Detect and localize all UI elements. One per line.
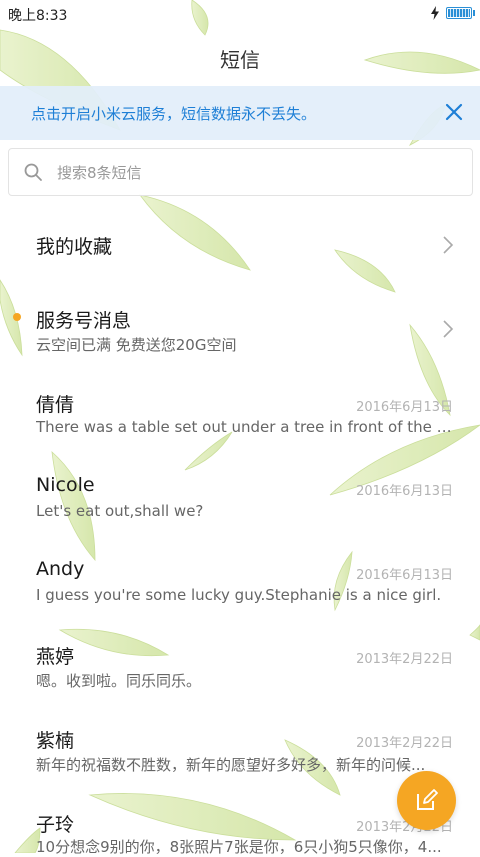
- conversation-date: 2016年6月13日: [356, 400, 453, 415]
- conversation-preview: 10分想念9别的你，8张照片7张是你，6只小狗5只像你，4...: [36, 838, 442, 856]
- compose-icon: [417, 789, 438, 810]
- conversation-row[interactable]: Andy 2016年6月13日 I guess you're some luck…: [0, 542, 480, 626]
- conversation-name: Andy: [36, 558, 85, 580]
- conversation-name: 服务号消息: [36, 310, 132, 332]
- status-time: 晚上8:33: [8, 8, 68, 24]
- conversation-preview: There was a table set out under a tree i…: [36, 418, 452, 436]
- unread-dot: [13, 313, 21, 321]
- chevron-right-icon: [443, 320, 454, 338]
- banner-text[interactable]: 点击开启小米云服务，短信数据永不丢失。: [31, 103, 316, 124]
- conversation-name: 燕婷: [36, 646, 75, 668]
- favorites-row[interactable]: 我的收藏: [0, 203, 480, 287]
- conversation-date: 2016年6月13日: [356, 484, 453, 499]
- conversation-date: 2016年6月13日: [356, 568, 453, 583]
- search-bar[interactable]: [8, 148, 473, 196]
- compose-button[interactable]: [397, 771, 456, 830]
- search-input[interactable]: [55, 159, 459, 187]
- page-title: 短信: [220, 48, 260, 72]
- title-bar: 短信: [0, 28, 480, 86]
- service-messages-row[interactable]: 服务号消息 云空间已满 免费送您20G空间: [0, 290, 480, 374]
- conversation-row[interactable]: 燕婷 2013年2月22日 嗯。收到啦。同乐同乐。: [0, 626, 480, 710]
- close-icon[interactable]: [442, 100, 466, 124]
- conversation-name: 紫楠: [36, 730, 75, 752]
- conversation-preview: 嗯。收到啦。同乐同乐。: [36, 672, 202, 690]
- favorites-label: 我的收藏: [36, 236, 113, 258]
- conversation-row[interactable]: Nicole 2016年6月13日 Let's eat out,shall we…: [0, 458, 480, 542]
- battery-icon: [446, 7, 475, 19]
- status-bar: 晚上8:33: [0, 0, 480, 28]
- conversation-preview: 新年的祝福数不胜数，新年的愿望好多好多，新年的问候...: [36, 756, 426, 774]
- conversation-name: 子玲: [36, 814, 75, 836]
- conversation-preview: I guess you're some lucky guy.Stephanie …: [36, 586, 442, 604]
- flash-icon: [431, 6, 439, 20]
- conversation-date: 2013年2月22日: [356, 652, 453, 667]
- conversation-name: Nicole: [36, 474, 95, 496]
- conversation-row[interactable]: 倩倩 2016年6月13日 There was a table set out …: [0, 374, 480, 458]
- conversation-preview: Let's eat out,shall we?: [36, 502, 204, 520]
- cloud-banner[interactable]: 点击开启小米云服务，短信数据永不丢失。: [0, 86, 480, 140]
- search-icon: [24, 163, 42, 181]
- conversation-name: 倩倩: [36, 394, 75, 416]
- chevron-right-icon: [443, 236, 454, 254]
- conversation-date: 2013年2月22日: [356, 736, 453, 751]
- conversation-preview: 云空间已满 免费送您20G空间: [36, 336, 237, 354]
- status-icons: [430, 6, 475, 20]
